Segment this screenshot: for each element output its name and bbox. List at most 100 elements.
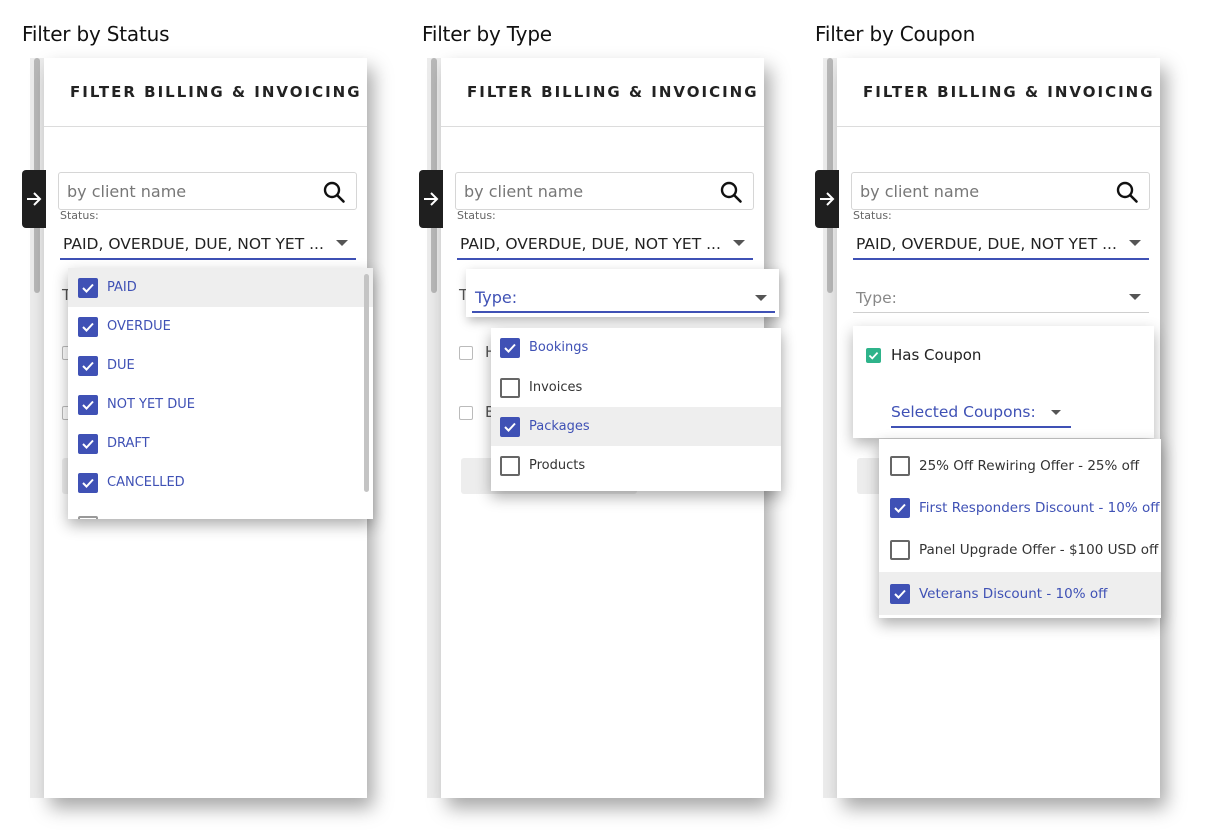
checkbox-checked[interactable]: [78, 433, 98, 454]
collapse-panel-button[interactable]: [815, 170, 839, 228]
status-option-paid[interactable]: PAID: [68, 268, 373, 307]
type-option-products[interactable]: Products: [491, 446, 781, 485]
has-coupon-checkbox-obscured[interactable]: [459, 346, 473, 360]
type-select-label: Type:: [856, 288, 897, 307]
has-coupon-checkbox[interactable]: [866, 348, 881, 363]
page-scrollbar[interactable]: [823, 58, 837, 798]
caret-down-icon: [1129, 240, 1141, 246]
page-scrollbar[interactable]: [30, 58, 44, 798]
bookings-checkbox-obscured[interactable]: [459, 406, 473, 420]
status-option-draft[interactable]: DRAFT: [68, 424, 373, 463]
option-label: First Responders Discount - 10% off: [919, 500, 1160, 516]
checkbox-checked[interactable]: [78, 472, 98, 493]
type-option-bookings[interactable]: Bookings: [491, 328, 781, 367]
coupon-option-first-responders[interactable]: First Responders Discount - 10% off: [879, 487, 1161, 529]
status-label: Status:: [60, 209, 99, 222]
has-coupon-label: Has Coupon: [891, 346, 982, 364]
coupon-filter-card: Has Coupon Selected Coupons:: [853, 326, 1154, 438]
option-label: Veterans Discount - 10% off: [919, 585, 1108, 602]
checkbox-unchecked[interactable]: [890, 456, 910, 476]
checkbox-unchecked[interactable]: [500, 377, 520, 398]
checkbox-checked[interactable]: [78, 277, 98, 298]
status-label: Status:: [457, 209, 496, 222]
option-label: Invoices: [529, 380, 583, 395]
search-input[interactable]: [860, 181, 1110, 201]
search-input[interactable]: [67, 181, 317, 201]
collapse-panel-button[interactable]: [22, 170, 46, 228]
type-select-label: Type:: [475, 287, 518, 307]
caret-down-icon: [755, 295, 767, 301]
checkbox-checked[interactable]: [890, 498, 910, 518]
check-icon: [82, 439, 94, 449]
checkbox-checked[interactable]: [78, 316, 98, 337]
caret-down-icon: [733, 240, 745, 246]
status-select-value: PAID, OVERDUE, DUE, NOT YET ...: [63, 235, 324, 253]
status-option-cut-off[interactable]: [68, 506, 373, 519]
checkbox-checked[interactable]: [890, 583, 910, 604]
search-input[interactable]: [464, 181, 714, 201]
search-icon[interactable]: [1115, 180, 1139, 204]
caret-down-icon: [336, 240, 348, 246]
panel-title: FILTER BILLING & INVOICING: [70, 83, 362, 101]
option-label: DRAFT: [107, 436, 150, 451]
section-title-status: Filter by Status: [22, 22, 170, 46]
status-select[interactable]: PAID, OVERDUE, DUE, NOT YET ...: [457, 230, 753, 260]
checkbox-partial[interactable]: [78, 515, 98, 519]
search-icon[interactable]: [719, 180, 743, 204]
dropdown-scrollbar[interactable]: [364, 274, 369, 492]
panel-header: FILTER BILLING & INVOICING: [837, 58, 1160, 127]
check-icon: [868, 352, 879, 360]
type-option-invoices[interactable]: Invoices: [491, 368, 781, 407]
checkbox-checked[interactable]: [78, 355, 98, 376]
status-option-overdue[interactable]: OVERDUE: [68, 307, 373, 346]
section-title-coupon: Filter by Coupon: [815, 22, 976, 46]
arrow-right-icon: [424, 192, 439, 206]
status-option-due[interactable]: DUE: [68, 346, 373, 385]
selected-coupons-select[interactable]: Selected Coupons:: [891, 398, 1071, 428]
status-option-not-yet-due[interactable]: NOT YET DUE: [68, 385, 373, 424]
type-select-open[interactable]: Type:: [466, 269, 779, 317]
coupon-option-panel-upgrade[interactable]: Panel Upgrade Offer - $100 USD off: [879, 529, 1161, 571]
page-scrollbar[interactable]: [427, 58, 441, 798]
panel-title: FILTER BILLING & INVOICING: [863, 83, 1155, 101]
check-icon: [82, 400, 94, 410]
search-icon[interactable]: [322, 180, 346, 204]
check-icon: [82, 361, 94, 371]
checkbox-checked[interactable]: [500, 337, 520, 358]
status-select-value: PAID, OVERDUE, DUE, NOT YET ...: [856, 235, 1117, 253]
type-dropdown: Bookings Invoices Packages Products: [491, 328, 781, 491]
search-field[interactable]: [58, 172, 357, 210]
arrow-right-icon: [27, 192, 42, 206]
search-field[interactable]: [455, 172, 754, 210]
option-label: Packages: [529, 419, 590, 434]
type-select[interactable]: Type:: [853, 283, 1149, 313]
check-icon: [504, 422, 516, 432]
checkbox-unchecked[interactable]: [890, 540, 910, 560]
check-icon: [82, 322, 94, 332]
arrow-right-icon: [820, 192, 835, 206]
type-select-field[interactable]: Type:: [472, 283, 775, 313]
checkbox-checked[interactable]: [500, 416, 520, 437]
option-label: PAID: [107, 280, 137, 295]
checkbox-unchecked[interactable]: [500, 455, 520, 476]
check-icon: [82, 283, 94, 293]
check-icon: [894, 589, 906, 599]
status-select[interactable]: PAID, OVERDUE, DUE, NOT YET ...: [60, 230, 356, 260]
status-select[interactable]: PAID, OVERDUE, DUE, NOT YET ...: [853, 230, 1149, 260]
option-label: CANCELLED: [107, 475, 185, 490]
option-label: Bookings: [529, 340, 589, 355]
selected-coupons-label: Selected Coupons:: [891, 403, 1036, 421]
type-option-packages[interactable]: Packages: [491, 407, 781, 446]
search-field[interactable]: [851, 172, 1150, 210]
section-title-type: Filter by Type: [422, 22, 552, 46]
status-option-cancelled[interactable]: CANCELLED: [68, 463, 373, 502]
coupon-option-veterans[interactable]: Veterans Discount - 10% off: [879, 572, 1161, 615]
option-label: Products: [529, 458, 586, 473]
checkbox-checked[interactable]: [78, 394, 98, 415]
coupon-option-rewiring[interactable]: 25% Off Rewiring Offer - 25% off: [879, 445, 1161, 487]
option-label: 25% Off Rewiring Offer - 25% off: [919, 458, 1140, 474]
collapse-panel-button[interactable]: [419, 170, 443, 228]
panel-header: FILTER BILLING & INVOICING: [441, 58, 764, 127]
status-dropdown: PAID OVERDUE DUE NOT YET DUE DRAFT CANCE…: [68, 268, 373, 519]
panel-title: FILTER BILLING & INVOICING: [467, 83, 759, 101]
